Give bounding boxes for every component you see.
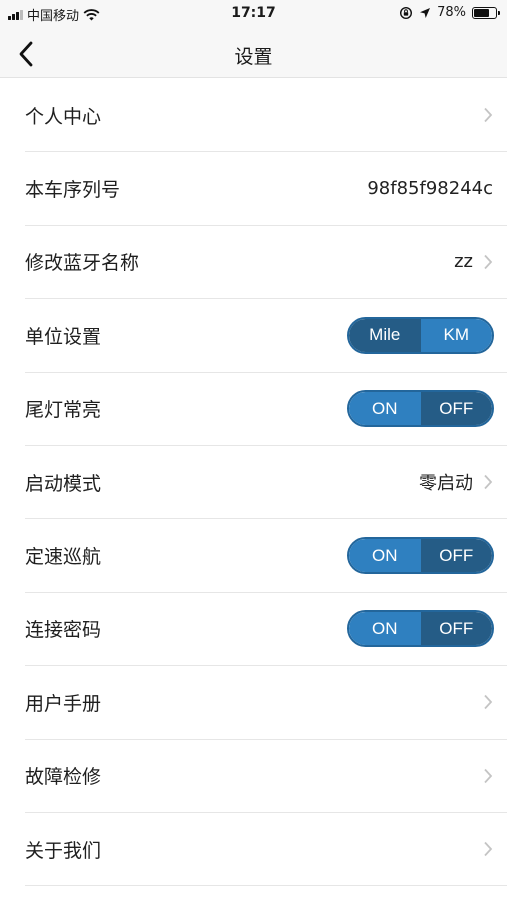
row-connect-password: 连接密码 ON OFF bbox=[25, 593, 507, 667]
rotation-lock-icon bbox=[400, 6, 413, 19]
row-troubleshooting[interactable]: 故障检修 bbox=[25, 740, 507, 813]
taillight-on-option[interactable]: ON bbox=[349, 392, 421, 426]
unit-toggle: Mile KM bbox=[347, 316, 494, 354]
nav-bar: 设置 bbox=[0, 30, 507, 78]
password-toggle: ON OFF bbox=[347, 610, 494, 648]
row-label: 故障检修 bbox=[25, 766, 102, 789]
cruise-off-option[interactable]: OFF bbox=[420, 539, 492, 573]
unit-mile-option[interactable]: Mile bbox=[349, 318, 421, 352]
row-user-manual[interactable]: 用户手册 bbox=[25, 666, 507, 740]
battery-percent: 78% bbox=[437, 5, 466, 20]
start-mode-value: 零启动 bbox=[419, 473, 473, 495]
row-label: 个人中心 bbox=[25, 105, 102, 128]
row-unit-setting: 单位设置 Mile KM bbox=[25, 299, 507, 373]
row-label: 修改蓝牙名称 bbox=[25, 252, 140, 275]
row-label: 关于我们 bbox=[25, 839, 102, 862]
cruise-on-option[interactable]: ON bbox=[349, 539, 421, 573]
row-label: 连接密码 bbox=[25, 619, 102, 642]
taillight-toggle: ON OFF bbox=[347, 390, 494, 428]
row-label: 单位设置 bbox=[25, 325, 102, 348]
status-right: 78% bbox=[399, 5, 500, 20]
status-bar: 中国移动 17:17 78% bbox=[0, 0, 507, 30]
chevron-right-icon bbox=[484, 841, 493, 857]
row-cruise-control: 定速巡航 ON OFF bbox=[25, 519, 507, 593]
row-label: 用户手册 bbox=[25, 692, 102, 715]
location-arrow-icon bbox=[420, 7, 431, 18]
row-taillight: 尾灯常亮 ON OFF bbox=[25, 373, 507, 446]
row-label: 尾灯常亮 bbox=[25, 399, 102, 422]
settings-list: 个人中心 本车序列号 98f85f98244c 修改蓝牙名称 zz 单位设置 M… bbox=[0, 79, 507, 887]
password-on-option[interactable]: ON bbox=[349, 612, 421, 646]
chevron-right-icon bbox=[484, 108, 493, 123]
row-label: 启动模式 bbox=[25, 472, 102, 495]
chevron-right-icon bbox=[484, 254, 493, 270]
row-serial-number: 本车序列号 98f85f98244c bbox=[25, 152, 507, 226]
row-label: 定速巡航 bbox=[25, 546, 102, 569]
row-bluetooth-name[interactable]: 修改蓝牙名称 zz bbox=[25, 226, 507, 300]
bluetooth-name-value: zz bbox=[454, 251, 473, 273]
row-label: 本车序列号 bbox=[25, 179, 121, 202]
taillight-off-option[interactable]: OFF bbox=[420, 392, 492, 426]
unit-km-option[interactable]: KM bbox=[420, 318, 492, 352]
row-about-us[interactable]: 关于我们 bbox=[25, 813, 507, 887]
row-start-mode[interactable]: 启动模式 零启动 bbox=[25, 446, 507, 520]
serial-number-value: 98f85f98244c bbox=[367, 178, 493, 200]
row-personal-center[interactable]: 个人中心 bbox=[25, 79, 507, 153]
chevron-right-icon bbox=[484, 768, 493, 783]
cruise-toggle: ON OFF bbox=[347, 537, 494, 575]
chevron-right-icon bbox=[484, 475, 493, 490]
page-title: 设置 bbox=[234, 46, 273, 68]
password-off-option[interactable]: OFF bbox=[420, 612, 492, 646]
battery-icon bbox=[472, 6, 500, 19]
chevron-right-icon bbox=[484, 695, 493, 710]
